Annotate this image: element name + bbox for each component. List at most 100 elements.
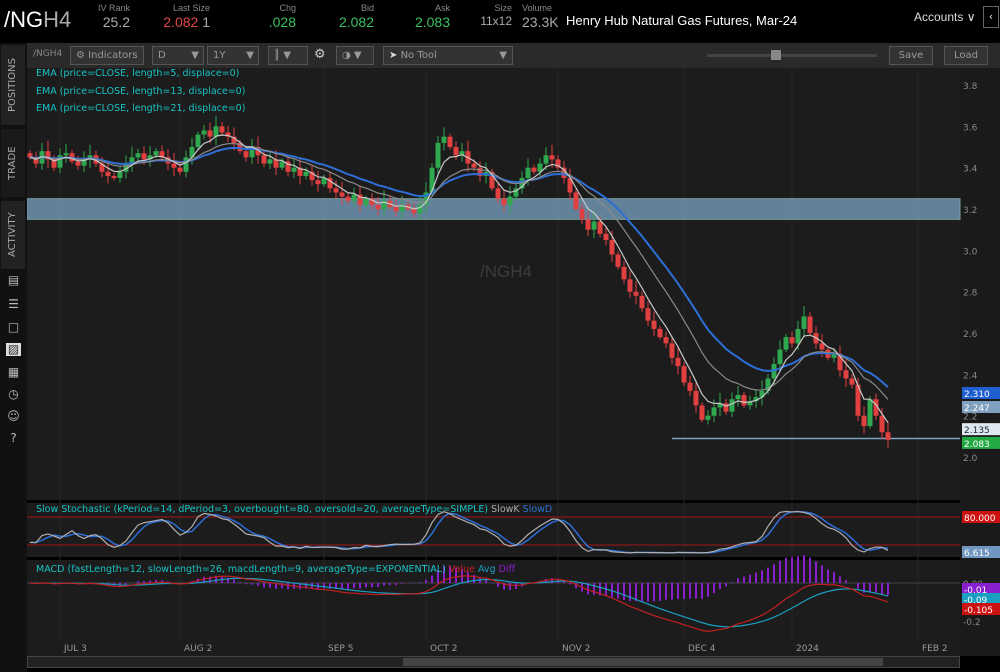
candle xyxy=(694,391,699,405)
time-label: JUL 3 xyxy=(63,644,87,654)
candle xyxy=(880,416,885,433)
macd-tag: -0.105 xyxy=(964,606,993,616)
flask-icon: ⚙ xyxy=(76,50,85,61)
price-tick: 3.8 xyxy=(963,82,978,92)
aggregation-select[interactable]: D▼ xyxy=(152,46,204,65)
time-label: NOV 2 xyxy=(562,644,590,654)
chevron-down-icon: ▼ xyxy=(191,47,199,64)
news-icon[interactable]: ▤ xyxy=(6,274,21,287)
candle-icon: ║ xyxy=(274,50,280,61)
cursor-icon: ➤ xyxy=(389,50,397,61)
candle xyxy=(868,399,873,426)
candle xyxy=(268,159,273,163)
instrument-description: Henry Hub Natural Gas Futures, Mar-24 xyxy=(566,13,797,28)
collapse-panel-button[interactable]: ‹ xyxy=(983,6,999,28)
time-label: FEB 2 xyxy=(922,644,948,654)
candle xyxy=(526,168,531,178)
candle xyxy=(598,221,603,233)
quote-ask: Ask2.083 xyxy=(396,3,450,30)
candle xyxy=(64,153,69,155)
accounts-dropdown[interactable]: Accounts ∨ xyxy=(914,10,976,24)
candle xyxy=(118,172,123,178)
candle xyxy=(448,137,453,147)
candle xyxy=(502,199,507,205)
chart-icon[interactable]: ▨ xyxy=(6,343,21,356)
candle xyxy=(394,207,399,211)
price-tick: 3.6 xyxy=(963,123,978,133)
globe-icon: ◑ xyxy=(342,50,351,61)
help-icon[interactable]: ? xyxy=(6,432,21,445)
symbol-suffix: H4 xyxy=(43,7,71,32)
quote-header: /NGH4 IV Rank25.2 Last Size2.082 1 Chg.0… xyxy=(0,0,1000,42)
candle xyxy=(550,155,555,159)
legend-ema13[interactable]: EMA (price=CLOSE, length=13, displace=0) xyxy=(36,86,245,97)
tab-positions[interactable]: POSITIONS xyxy=(1,45,25,125)
candle xyxy=(658,329,663,337)
chevron-down-icon: ∨ xyxy=(967,10,976,24)
quote-size: Size11x12 xyxy=(470,3,512,28)
symbol-root: /NG xyxy=(4,7,43,32)
tab-activity[interactable]: ACTIVITY xyxy=(1,201,25,269)
legend-ema5[interactable]: EMA (price=CLOSE, length=5, displace=0) xyxy=(36,68,239,79)
candle xyxy=(292,168,297,172)
price-tag: 2.135 xyxy=(964,426,990,436)
candle xyxy=(616,254,621,266)
range-select[interactable]: 1Y▼ xyxy=(207,46,259,65)
candle xyxy=(790,337,795,343)
list-icon[interactable]: ☰ xyxy=(6,298,21,311)
candle xyxy=(670,343,675,357)
chevron-down-icon: ▼ xyxy=(246,47,254,64)
candle xyxy=(214,126,219,136)
tab-trade[interactable]: TRADE xyxy=(1,129,25,197)
stoch-tag: 80.000 xyxy=(964,514,996,524)
save-button[interactable]: Save xyxy=(889,46,933,65)
chart-toolbar: /NGH4 ⚙ Indicators D▼ 1Y▼ ║ ▼ ⚙ ◑ ▼ ➤ No… xyxy=(27,43,1000,68)
drawing-tool-select[interactable]: ➤ No Tool▼ xyxy=(383,46,513,65)
candle xyxy=(886,432,891,440)
legend-stochastic[interactable]: Slow Stochastic (kPeriod=14, dPeriod=3, … xyxy=(36,504,552,515)
gear-icon[interactable]: ⚙ xyxy=(314,47,326,62)
candle xyxy=(646,308,651,320)
candle xyxy=(316,180,321,184)
toolbar-symbol[interactable]: /NGH4 xyxy=(33,49,62,59)
zoom-slider[interactable] xyxy=(707,54,877,57)
candle xyxy=(184,157,189,171)
candle xyxy=(142,153,147,159)
chart-type-select[interactable]: ║ ▼ xyxy=(268,46,308,65)
candle xyxy=(178,168,183,172)
chevron-down-icon: ▼ xyxy=(499,47,507,64)
price-tick: 2.8 xyxy=(963,289,978,299)
tv-icon[interactable]: □ xyxy=(6,321,21,334)
candle xyxy=(652,321,657,329)
candle xyxy=(640,296,645,308)
grid-icon[interactable]: ▦ xyxy=(6,366,21,379)
candle xyxy=(610,240,615,254)
candle xyxy=(802,317,807,329)
price-axis xyxy=(960,68,1000,656)
legend-macd[interactable]: MACD (fastLength=12, slowLength=26, macd… xyxy=(36,564,515,575)
price-tag: 2.083 xyxy=(964,440,990,450)
indicators-button[interactable]: ⚙ Indicators xyxy=(70,46,144,65)
chart-watermark: /NGH4 xyxy=(480,262,532,282)
load-button[interactable]: Load xyxy=(944,46,988,65)
scrollbar-thumb[interactable] xyxy=(403,658,883,666)
candle xyxy=(154,151,159,155)
candle xyxy=(196,135,201,147)
legend-ema21[interactable]: EMA (price=CLOSE, length=21, displace=0) xyxy=(36,103,245,114)
candle xyxy=(412,209,417,213)
price-tick: 2.6 xyxy=(963,330,978,340)
candle xyxy=(700,405,705,419)
time-label: DEC 4 xyxy=(688,644,716,654)
candle xyxy=(796,329,801,343)
price-tick: 3.2 xyxy=(963,206,977,216)
candle xyxy=(508,197,513,205)
candle xyxy=(376,205,381,209)
community-icon[interactable]: ☺ xyxy=(6,410,21,423)
drawing-style-select[interactable]: ◑ ▼ xyxy=(336,46,374,65)
horizontal-scrollbar[interactable] xyxy=(27,656,960,668)
gauge-icon[interactable]: ◷ xyxy=(6,388,21,401)
candle xyxy=(220,126,225,132)
candle xyxy=(682,366,687,383)
stoch-tag: 6.615 xyxy=(964,549,990,559)
symbol-title[interactable]: /NGH4 xyxy=(4,7,71,33)
